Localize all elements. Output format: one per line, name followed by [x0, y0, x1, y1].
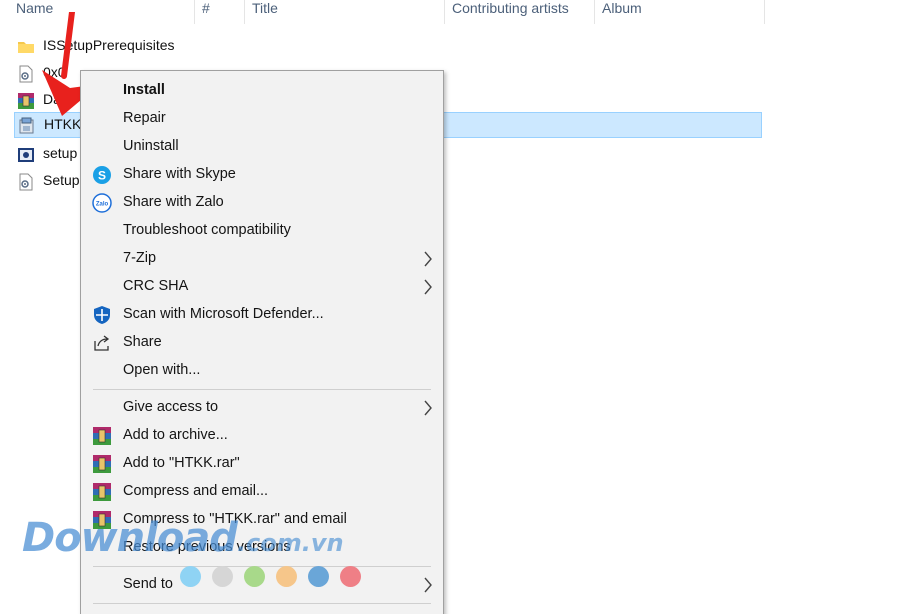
- watermark-dot: [180, 566, 201, 587]
- share-icon: [94, 335, 110, 351]
- menu-item-share[interactable]: Share: [81, 329, 443, 357]
- explorer-window: Name # Title Contributing artists Album …: [0, 0, 920, 614]
- column-number[interactable]: #: [202, 0, 210, 24]
- menu-item-install[interactable]: Install: [81, 77, 443, 105]
- menu-item-compress-and-email[interactable]: Compress and email...: [81, 478, 443, 506]
- winrar-icon: [93, 427, 111, 445]
- chevron-right-icon: [424, 400, 432, 416]
- column-divider[interactable]: [194, 0, 195, 24]
- chevron-right-icon: [424, 279, 432, 295]
- winrar-archive-icon: [18, 93, 34, 109]
- svg-text:S: S: [98, 169, 106, 183]
- menu-item-label: Share with Zalo: [123, 194, 224, 210]
- menu-item-give-access-to[interactable]: Give access to: [81, 394, 443, 422]
- menu-item-label: Open with...: [123, 362, 201, 378]
- menu-item-label: Share: [123, 334, 162, 350]
- column-divider[interactable]: [244, 0, 245, 24]
- defender-shield-icon: [94, 306, 110, 324]
- menu-item-7-zip[interactable]: 7-Zip: [81, 245, 443, 273]
- watermark-dot: [276, 566, 297, 587]
- winrar-icon: [93, 455, 111, 473]
- menu-item-label: 7-Zip: [123, 250, 157, 266]
- column-divider[interactable]: [444, 0, 445, 24]
- menu-item-share-with-skype[interactable]: S Share with Skype: [81, 161, 443, 189]
- watermark-brand: Download: [22, 515, 238, 561]
- watermark-dot: [340, 566, 361, 587]
- file-name: setup: [43, 145, 78, 161]
- menu-item-add-to-htkk-rar[interactable]: Add to "HTKK.rar": [81, 450, 443, 478]
- column-album[interactable]: Album: [602, 0, 642, 24]
- menu-item-troubleshoot-compatibility[interactable]: Troubleshoot compatibility: [81, 217, 443, 245]
- column-divider[interactable]: [594, 0, 595, 24]
- column-header-bar: Name # Title Contributing artists Album: [0, 0, 920, 24]
- file-row-issetupprerequisites[interactable]: ISSetupPrerequisites: [14, 33, 762, 59]
- menu-item-open-with[interactable]: Open with...: [81, 357, 443, 385]
- menu-item-label: Add to "HTKK.rar": [123, 455, 240, 471]
- column-divider[interactable]: [764, 0, 765, 24]
- config-file-icon: [19, 65, 33, 83]
- menu-item-label: Troubleshoot compatibility: [123, 222, 291, 238]
- menu-item-scan-with-defender[interactable]: Scan with Microsoft Defender...: [81, 301, 443, 329]
- menu-item-share-with-zalo[interactable]: Zalo Share with Zalo: [81, 189, 443, 217]
- svg-text:Zalo: Zalo: [96, 202, 109, 208]
- column-title[interactable]: Title: [252, 0, 278, 24]
- chevron-right-icon: [424, 251, 432, 267]
- file-name: Setup: [43, 172, 80, 188]
- menu-item-label: Send to: [123, 576, 173, 592]
- watermark-dot: [212, 566, 233, 587]
- watermark-dot: [308, 566, 329, 587]
- menu-separator: [93, 603, 431, 604]
- menu-separator: [93, 389, 431, 390]
- menu-item-label: Share with Skype: [123, 166, 236, 182]
- config-file-icon: [19, 173, 33, 191]
- setup-app-icon: [18, 148, 34, 162]
- menu-item-label: Scan with Microsoft Defender...: [123, 306, 324, 322]
- menu-item-repair[interactable]: Repair: [81, 105, 443, 133]
- skype-icon: S: [93, 166, 111, 184]
- menu-item-label: Install: [123, 82, 165, 98]
- column-contributing-artists[interactable]: Contributing artists: [452, 0, 569, 24]
- watermark-domain: .com.vn: [236, 529, 344, 557]
- installer-package-icon: [19, 117, 34, 134]
- zalo-icon: Zalo: [92, 193, 112, 213]
- menu-item-uninstall[interactable]: Uninstall: [81, 133, 443, 161]
- menu-item-label: Give access to: [123, 399, 219, 415]
- menu-item-crc-sha[interactable]: CRC SHA: [81, 273, 443, 301]
- chevron-right-icon: [424, 577, 432, 593]
- folder-icon: [18, 42, 34, 53]
- menu-item-label: Compress and email...: [123, 483, 269, 499]
- watermark-logo: Download.com.vn: [22, 515, 344, 561]
- menu-item-label: Uninstall: [123, 138, 179, 154]
- menu-item-label: Repair: [123, 110, 166, 126]
- watermark-dot: [244, 566, 265, 587]
- winrar-icon: [93, 483, 111, 501]
- menu-item-label: Add to archive...: [123, 427, 228, 443]
- menu-item-label: CRC SHA: [123, 278, 189, 294]
- menu-item-add-to-archive[interactable]: Add to archive...: [81, 422, 443, 450]
- menu-separator: [93, 566, 431, 567]
